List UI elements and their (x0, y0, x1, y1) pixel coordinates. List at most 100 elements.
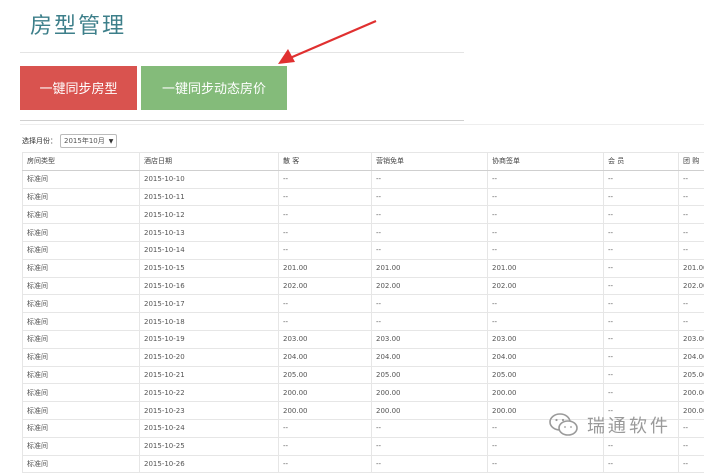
table-cell: 标准间 (23, 241, 140, 259)
table-cell: -- (679, 455, 704, 473)
table-row: 标准间2015-10-20204.00204.00204.00--204.00 (23, 348, 704, 366)
table-cell: -- (372, 170, 488, 188)
sync-dynamic-price-button[interactable]: 一键同步动态房价 (141, 66, 287, 110)
table-cell: 标准间 (23, 330, 140, 348)
table-cell: -- (279, 437, 372, 455)
table-cell: 202.00 (372, 277, 488, 295)
table-cell: 2015-10-15 (140, 259, 279, 277)
table-cell: -- (679, 170, 704, 188)
table-cell: -- (488, 241, 604, 259)
table-cell: 标准间 (23, 366, 140, 384)
table-cell: -- (679, 241, 704, 259)
table-cell: -- (488, 295, 604, 313)
table-cell: 标准间 (23, 437, 140, 455)
table-row: 标准间2015-10-22200.00200.00200.00--200.00 (23, 384, 704, 402)
table-cell: 2015-10-10 (140, 170, 279, 188)
table-cell: 200.00 (679, 384, 704, 402)
table-cell: 200.00 (279, 384, 372, 402)
table-cell: 2015-10-20 (140, 348, 279, 366)
table-cell: 200.00 (488, 384, 604, 402)
table-cell: 2015-10-13 (140, 224, 279, 242)
table-cell: -- (604, 170, 679, 188)
column-header-negotiated: 协商签单 (488, 153, 604, 171)
table-cell: -- (279, 455, 372, 473)
table-cell: -- (488, 224, 604, 242)
table-cell: 标准间 (23, 277, 140, 295)
table-row: 标准间2015-10-11---------- (23, 188, 704, 206)
table-cell: -- (279, 419, 372, 437)
table-cell: 203.00 (679, 330, 704, 348)
table-cell: -- (279, 224, 372, 242)
chevron-down-icon: ▼ (109, 138, 114, 145)
table-cell: -- (604, 295, 679, 313)
annotation-arrow-icon (270, 18, 382, 66)
table-cell: -- (279, 313, 372, 331)
month-select-value: 2015年10月 (64, 136, 105, 146)
table-cell: -- (372, 437, 488, 455)
table-cell: 201.00 (279, 259, 372, 277)
table-cell: 204.00 (679, 348, 704, 366)
table-cell: 标准间 (23, 455, 140, 473)
table-cell: -- (679, 206, 704, 224)
table-cell: 202.00 (279, 277, 372, 295)
title-divider (20, 52, 464, 53)
filter-divider (20, 124, 704, 125)
table-cell: 201.00 (488, 259, 604, 277)
table-cell: -- (488, 455, 604, 473)
month-select[interactable]: 2015年10月 ▼ (60, 134, 117, 148)
table-cell: -- (372, 224, 488, 242)
table-cell: -- (372, 419, 488, 437)
table-cell: -- (679, 224, 704, 242)
table-cell: -- (279, 170, 372, 188)
table-cell: -- (604, 330, 679, 348)
table-cell: 203.00 (372, 330, 488, 348)
table-cell: 2015-10-16 (140, 277, 279, 295)
table-row: 标准间2015-10-16202.00202.00202.00--202.00 (23, 277, 704, 295)
table-row: 标准间2015-10-13---------- (23, 224, 704, 242)
table-cell: 204.00 (372, 348, 488, 366)
table-cell: -- (604, 259, 679, 277)
table-cell: 205.00 (488, 366, 604, 384)
table-cell: 201.00 (679, 259, 704, 277)
table-cell: 203.00 (488, 330, 604, 348)
table-cell: 205.00 (679, 366, 704, 384)
table-cell: 2015-10-22 (140, 384, 279, 402)
table-cell: 2015-10-14 (140, 241, 279, 259)
table-cell: 2015-10-24 (140, 419, 279, 437)
column-header-hotel-date: 酒店日期 (140, 153, 279, 171)
table-cell: 200.00 (679, 402, 704, 420)
table-cell: 2015-10-11 (140, 188, 279, 206)
table-cell: 标准间 (23, 259, 140, 277)
table-row: 标准间2015-10-21205.00205.00205.00--205.00 (23, 366, 704, 384)
table-cell: -- (488, 313, 604, 331)
table-cell: 202.00 (679, 277, 704, 295)
table-cell: -- (604, 437, 679, 455)
table-cell: -- (604, 455, 679, 473)
table-cell: 202.00 (488, 277, 604, 295)
table-cell: -- (604, 384, 679, 402)
table-cell: 标准间 (23, 295, 140, 313)
table-cell: -- (679, 295, 704, 313)
column-header-group-buy: 团 购 (679, 153, 704, 171)
table-cell: 204.00 (488, 348, 604, 366)
table-row: 标准间2015-10-10---------- (23, 170, 704, 188)
table-cell: -- (279, 241, 372, 259)
table-cell: 标准间 (23, 188, 140, 206)
table-row: 标准间2015-10-15201.00201.00201.00--201.00 (23, 259, 704, 277)
table-cell: 2015-10-17 (140, 295, 279, 313)
sync-room-type-button[interactable]: 一键同步房型 (20, 66, 137, 110)
table-cell: 标准间 (23, 419, 140, 437)
table-cell: 200.00 (279, 402, 372, 420)
watermark-text: 瑞通软件 (587, 412, 671, 438)
table-cell: 205.00 (279, 366, 372, 384)
table-cell: -- (279, 295, 372, 313)
actions-divider (20, 120, 464, 121)
table-cell: 2015-10-25 (140, 437, 279, 455)
table-cell: -- (604, 241, 679, 259)
table-cell: -- (604, 366, 679, 384)
page-title: 房型管理 (30, 8, 126, 40)
table-cell: -- (372, 313, 488, 331)
table-cell: 204.00 (279, 348, 372, 366)
table-cell: -- (488, 188, 604, 206)
column-header-walk-in: 散 客 (279, 153, 372, 171)
